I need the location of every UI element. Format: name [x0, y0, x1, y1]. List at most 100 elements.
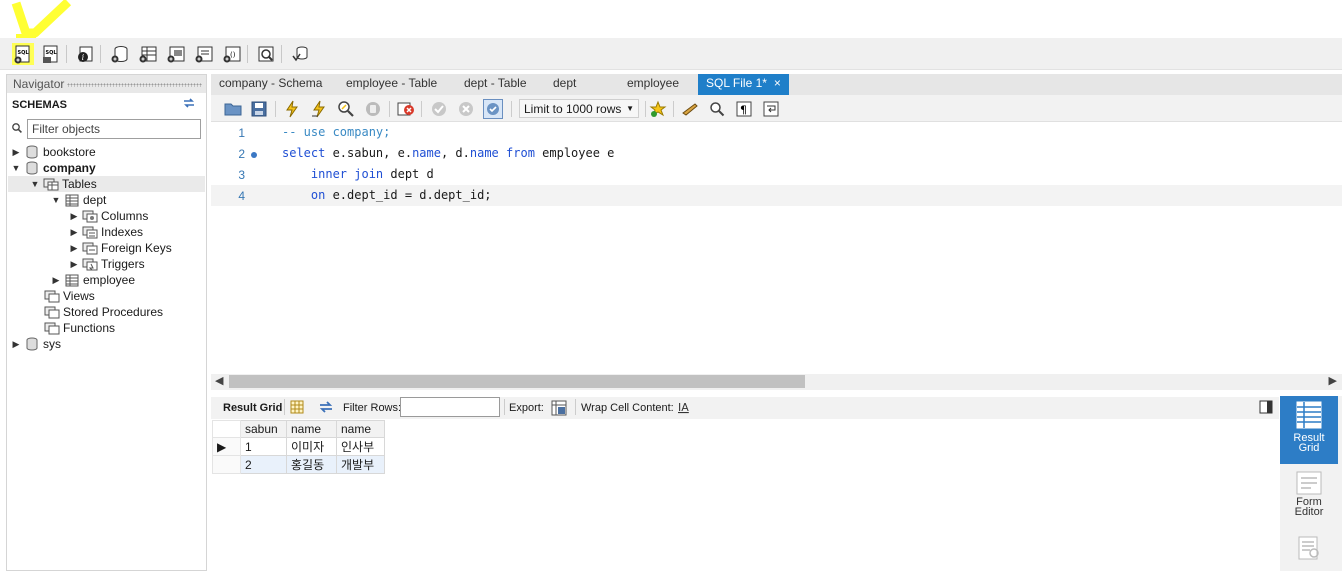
reconnect-icon[interactable] [289, 43, 311, 65]
expand-arrow-icon[interactable]: ▶ [69, 211, 79, 222]
table-employee[interactable]: ▶ employee [51, 272, 136, 288]
open-folder-icon[interactable] [223, 99, 243, 119]
schemas-bar: SCHEMAS [7, 93, 206, 117]
sql-editor[interactable]: 1 -- use company; 2 select e.sabun, e.name,… [211, 122, 1342, 374]
toggle-error-icon[interactable] [396, 99, 416, 119]
tab-dept-table[interactable]: dept - Table [456, 74, 527, 95]
table-icon [64, 193, 80, 207]
column-header[interactable]: name [286, 420, 337, 438]
expand-arrow-icon[interactable]: ▶ [11, 339, 21, 350]
result-grid-icon [1280, 401, 1338, 431]
search-table-data-icon[interactable] [255, 43, 277, 65]
expand-arrow-icon[interactable]: ▶ [51, 275, 61, 286]
grid-cell[interactable]: 인사부 [336, 437, 385, 456]
table-row[interactable]: 2 홍길동 개발부 [212, 455, 385, 474]
explain-icon[interactable] [336, 99, 356, 119]
tab-employee[interactable]: employee [619, 74, 679, 95]
filter-objects-input[interactable] [27, 119, 201, 139]
editor-line[interactable]: 3 inner join dept d [211, 164, 1342, 185]
schema-bookstore[interactable]: ▶ bookstore [11, 144, 96, 160]
create-procedure-icon[interactable] [193, 43, 215, 65]
scroll-left-icon[interactable]: ◀ [215, 374, 223, 387]
expand-arrow-icon[interactable]: ▶ [69, 227, 79, 238]
auto-commit-icon[interactable] [483, 99, 503, 119]
tab-company-schema[interactable]: company - Schema [211, 74, 322, 95]
editor-line[interactable]: 2 select e.sabun, e.name, d.name from emp… [211, 143, 1342, 164]
close-tab-icon[interactable]: × [774, 76, 781, 90]
tree-indexes[interactable]: ▶ Indexes [69, 224, 144, 240]
grid-cell[interactable]: 2 [240, 455, 287, 474]
tab-employee-table[interactable]: employee - Table [338, 74, 437, 95]
scrollbar-thumb[interactable] [229, 375, 805, 388]
tree-tables[interactable]: ▼ Tables [8, 176, 205, 192]
expand-arrow-icon[interactable]: ▶ [11, 147, 21, 158]
tree-stored-procedures[interactable]: Stored Procedures [31, 304, 163, 320]
tree-triggers[interactable]: ▶ Triggers [69, 256, 145, 272]
tree-views[interactable]: Views [31, 288, 95, 304]
collapse-arrow-icon[interactable]: ▼ [11, 163, 21, 173]
open-sql-script-icon[interactable]: SQL [40, 43, 62, 65]
sql-editor-toolbar: Limit to 1000 rows ▼ ¶ [211, 95, 1342, 122]
column-header[interactable]: name [336, 420, 385, 438]
rollback-icon[interactable] [456, 99, 476, 119]
editor-horizontal-scrollbar[interactable]: ◀ ▶ [211, 374, 1342, 390]
result-grid-label[interactable]: Result Grid [223, 402, 282, 414]
tree-label: sys [43, 337, 61, 351]
refresh-results-icon[interactable] [318, 401, 334, 416]
tree-foreign-keys[interactable]: ▶ Foreign Keys [69, 240, 172, 256]
grid-cell[interactable]: 이미자 [286, 437, 337, 456]
add-snippet-icon[interactable] [648, 99, 668, 119]
current-row-marker-icon: ▶ [212, 437, 241, 456]
wrap-cell-icon[interactable]: IA [677, 400, 691, 417]
tab-sql-file-1[interactable]: SQL File 1* × [698, 74, 789, 95]
expand-arrow-icon[interactable]: ▶ [69, 259, 79, 270]
result-grid-view-button[interactable]: Result Grid [1280, 396, 1338, 464]
grid-cell[interactable]: 홍길동 [286, 455, 337, 474]
create-function-icon[interactable]: () [221, 43, 243, 65]
editor-line[interactable]: 1 -- use company; [211, 122, 1342, 143]
beautify-icon[interactable] [680, 99, 700, 119]
execute-icon[interactable] [282, 99, 302, 119]
grid-cell[interactable]: 1 [240, 437, 287, 456]
table-dept[interactable]: ▼ dept [51, 192, 107, 208]
line-number: 3 [238, 168, 245, 182]
refresh-icon[interactable] [182, 97, 196, 112]
row-header [212, 455, 241, 474]
columns-icon [82, 209, 98, 223]
expand-arrow-icon[interactable]: ▶ [69, 243, 79, 254]
stop-icon[interactable] [363, 99, 383, 119]
execute-statement-icon[interactable] [309, 99, 329, 119]
grid-layout-icon[interactable] [290, 400, 304, 417]
invisible-chars-icon[interactable]: ¶ [734, 99, 754, 119]
create-schema-icon[interactable] [109, 43, 131, 65]
create-view-icon[interactable] [165, 43, 187, 65]
column-header[interactable]: sabun [240, 420, 287, 438]
collapse-arrow-icon[interactable]: ▼ [51, 195, 61, 205]
tree-columns[interactable]: ▶ Columns [69, 208, 149, 224]
create-table-icon[interactable] [137, 43, 159, 65]
commit-icon[interactable] [429, 99, 449, 119]
new-sql-tab-icon[interactable]: SQL [12, 43, 34, 65]
collapse-arrow-icon[interactable]: ▼ [30, 179, 40, 189]
navigator-header: Navigator [7, 75, 206, 93]
save-icon[interactable] [249, 99, 269, 119]
export-icon[interactable] [551, 400, 567, 419]
inspector-icon[interactable]: i [74, 43, 96, 65]
wrap-lines-icon[interactable] [761, 99, 781, 119]
scroll-right-icon[interactable]: ▶ [1329, 374, 1337, 387]
grid-cell[interactable]: 개발부 [336, 455, 385, 474]
toggle-side-panel-icon[interactable] [1259, 400, 1273, 417]
schema-company[interactable]: ▼ company [11, 160, 96, 176]
schema-sys[interactable]: ▶ sys [11, 336, 61, 352]
result-grid-table[interactable]: sabun name name ▶ 1 이미자 인사부 2 홍길동 개발부 [212, 420, 385, 474]
tab-label: dept - Table [464, 76, 527, 90]
form-editor-view-button[interactable]: Form Editor [1280, 468, 1338, 526]
filter-rows-input[interactable] [400, 397, 500, 417]
table-row[interactable]: ▶ 1 이미자 인사부 [212, 437, 385, 456]
field-types-view-button[interactable] [1280, 536, 1338, 571]
editor-line[interactable]: 4 on e.dept_id = d.dept_id; [211, 185, 1342, 206]
find-icon[interactable] [707, 99, 727, 119]
tree-functions[interactable]: Functions [31, 320, 115, 336]
tab-dept[interactable]: dept [545, 74, 576, 95]
limit-rows-select[interactable]: Limit to 1000 rows ▼ [519, 99, 639, 118]
